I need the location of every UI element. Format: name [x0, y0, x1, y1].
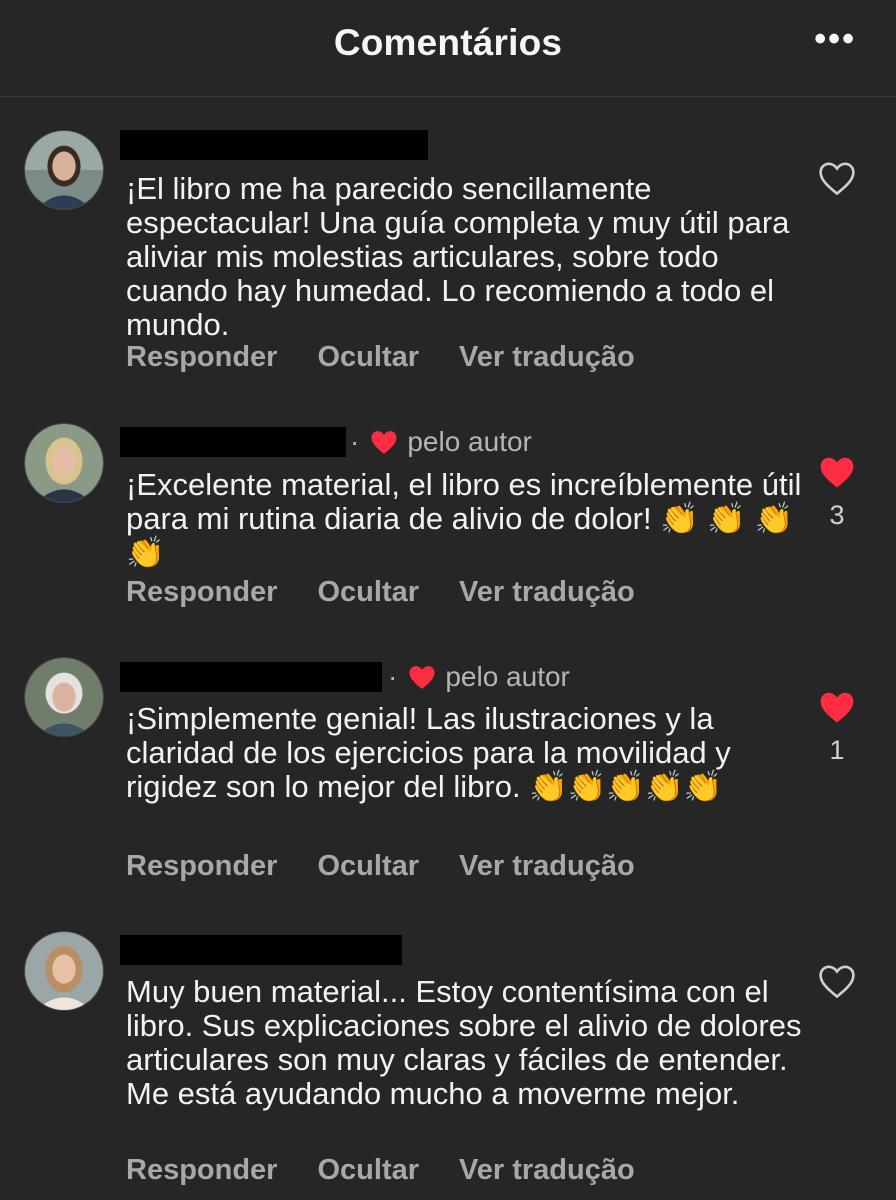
translate-button[interactable]: Ver tradução [459, 576, 635, 609]
author-heart-icon [409, 666, 435, 689]
comment-actions: Responder Ocultar Ver tradução [126, 341, 675, 374]
comment-text: ¡Simplemente genial! Las ilustraciones y… [126, 701, 731, 804]
redacted-username[interactable] [120, 427, 346, 457]
avatar[interactable] [24, 423, 104, 503]
like-count: 1 [829, 735, 845, 765]
liked-by-author-badge: · pelo autor [388, 661, 570, 693]
more-options-icon[interactable]: ••• [814, 20, 856, 59]
like-button[interactable]: 1 [812, 689, 862, 766]
hide-button[interactable]: Ocultar [317, 1154, 419, 1187]
separator-dot: · [388, 661, 398, 692]
redacted-username[interactable] [120, 130, 428, 160]
liked-by-author-badge: · pelo autor [350, 426, 532, 458]
reply-button[interactable]: Responder [126, 850, 277, 883]
hide-button[interactable]: Ocultar [317, 341, 419, 374]
page-title: Comentários [333, 22, 563, 63]
comment-text: Muy buen material... Estoy contentísima … [126, 974, 802, 1111]
translate-button[interactable]: Ver tradução [459, 1154, 635, 1187]
comments-header: Comentários ••• [0, 0, 896, 97]
like-button[interactable] [812, 160, 862, 196]
reply-button[interactable]: Responder [126, 576, 277, 609]
heart-filled-icon [820, 692, 854, 723]
comment-actions: Responder Ocultar Ver tradução [126, 1154, 675, 1187]
redacted-username[interactable] [120, 662, 382, 692]
translate-button[interactable]: Ver tradução [459, 341, 635, 374]
comment-actions: Responder Ocultar Ver tradução [126, 576, 675, 609]
like-button[interactable]: 3 [812, 454, 862, 531]
redacted-username[interactable] [120, 935, 402, 965]
reply-button[interactable]: Responder [126, 1154, 277, 1187]
hide-button[interactable]: Ocultar [317, 576, 419, 609]
reply-button[interactable]: Responder [126, 341, 277, 374]
translate-button[interactable]: Ver tradução [459, 850, 635, 883]
separator-dot: · [350, 426, 360, 457]
author-badge-label: pelo autor [445, 661, 570, 692]
author-badge-label: pelo autor [407, 426, 532, 457]
heart-filled-icon [820, 457, 854, 488]
avatar[interactable] [24, 130, 104, 210]
avatar[interactable] [24, 657, 104, 737]
hide-button[interactable]: Ocultar [317, 850, 419, 883]
comment-text: ¡Excelente material, el libro es increíb… [126, 467, 802, 570]
comment-text: ¡El libro me ha parecido sencillamente e… [126, 171, 790, 342]
like-count: 3 [829, 500, 845, 530]
like-button[interactable] [812, 963, 862, 999]
heart-outline-icon [819, 162, 855, 196]
heart-outline-icon [819, 965, 855, 999]
avatar[interactable] [24, 931, 104, 1011]
comment-actions: Responder Ocultar Ver tradução [126, 850, 675, 883]
author-heart-icon [371, 431, 397, 454]
